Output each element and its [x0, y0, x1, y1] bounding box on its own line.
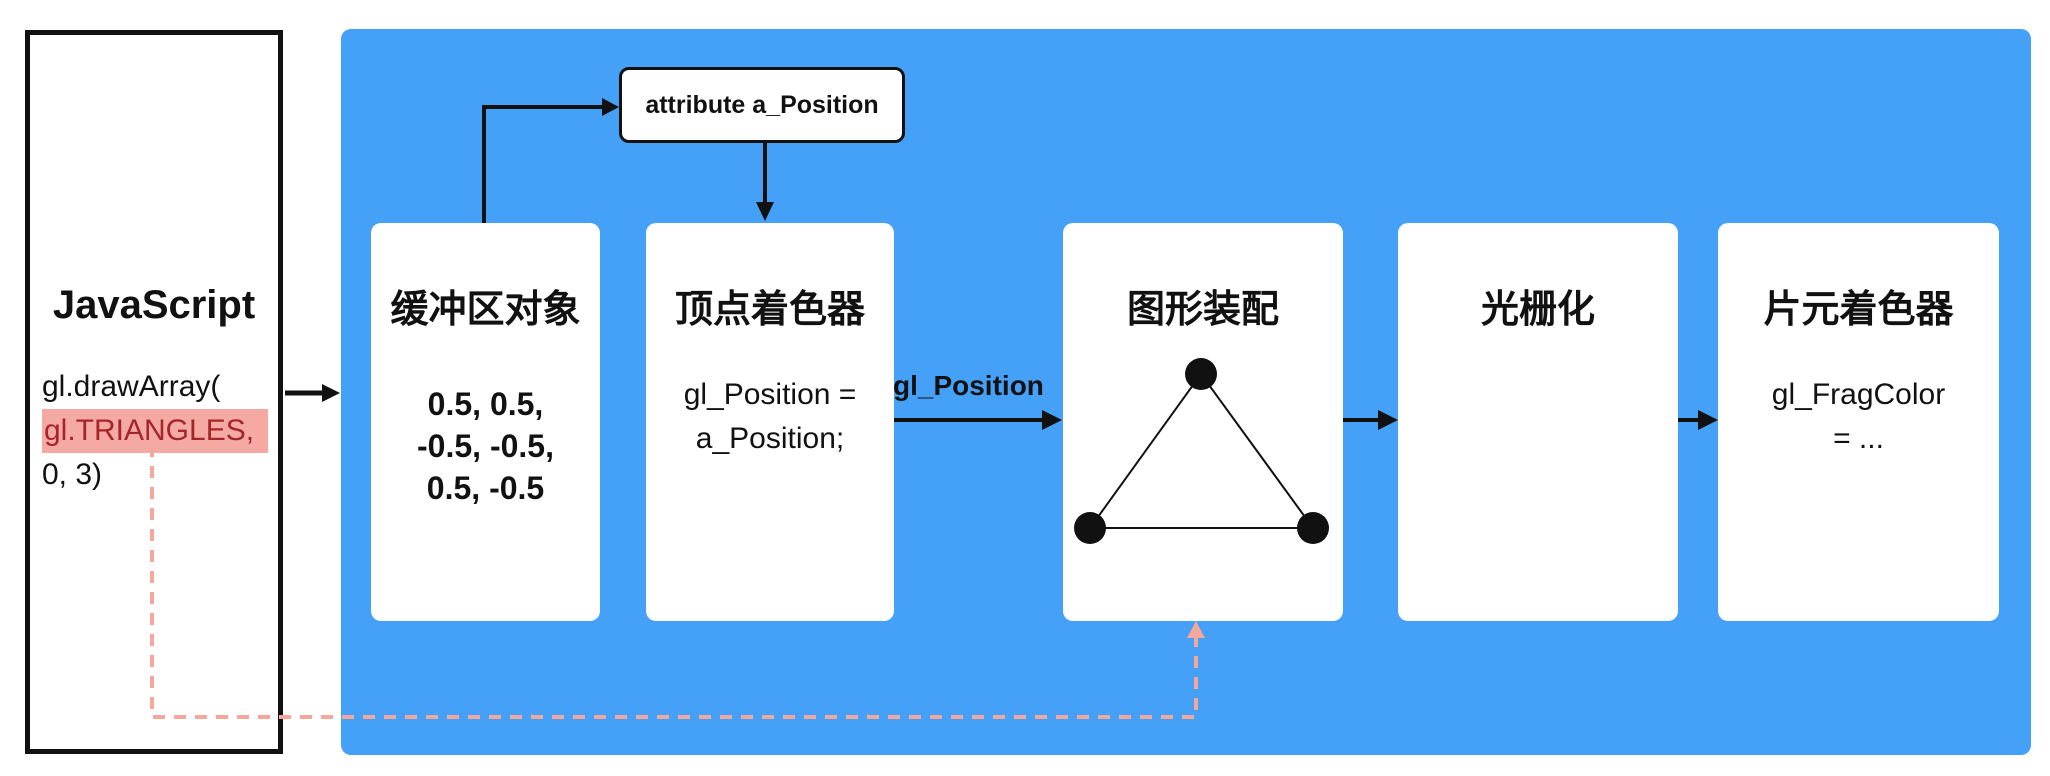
- arrowhead: [1698, 410, 1718, 430]
- arrowhead: [602, 98, 619, 116]
- arrowhead: [1042, 410, 1062, 430]
- dashed-arrowhead: [1187, 621, 1205, 638]
- connector-layer: [150, 98, 1718, 719]
- arrow-buffer-to-attribute: [482, 105, 604, 223]
- arrowhead: [322, 384, 340, 402]
- arrowhead: [756, 202, 774, 221]
- dashed-connector-triangles-to-assembly: [150, 445, 1198, 719]
- arrowhead: [1378, 410, 1398, 430]
